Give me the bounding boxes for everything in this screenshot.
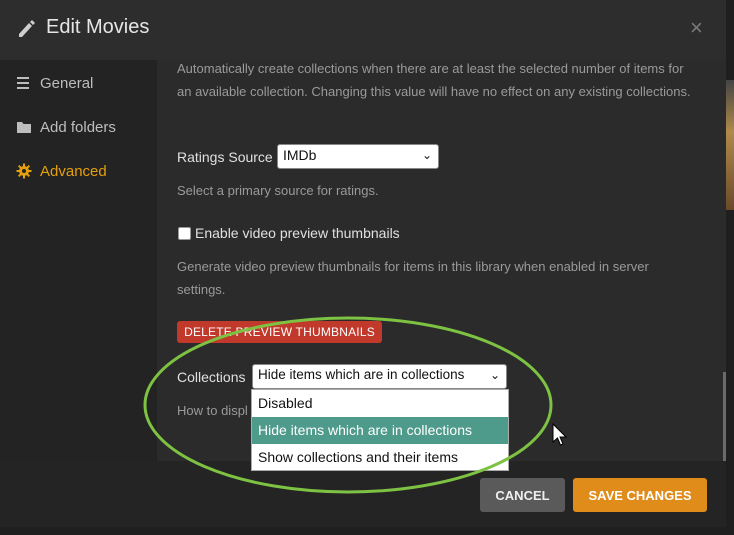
- mouse-cursor-icon: [552, 423, 568, 446]
- video-preview-label[interactable]: Enable video preview thumbnails: [195, 225, 400, 241]
- background-poster-strip: [726, 80, 734, 210]
- chevron-down-icon: ⌄: [421, 148, 432, 162]
- ratings-source-label: Ratings Source: [177, 149, 273, 165]
- pencil-icon: [19, 20, 35, 37]
- sidebar-item-add-folders[interactable]: Add folders: [16, 114, 116, 140]
- sidebar-item-general[interactable]: General: [16, 70, 93, 96]
- collections-label: Collections: [177, 369, 246, 385]
- delete-preview-thumbnails-button[interactable]: DELETE PREVIEW THUMBNAILS: [177, 321, 382, 343]
- ratings-source-select[interactable]: IMDb ⌄: [277, 144, 439, 169]
- folder-icon: [17, 122, 31, 133]
- sidebar-item-label: Advanced: [40, 162, 107, 180]
- sidebar-item-label: Add folders: [40, 118, 116, 136]
- close-icon[interactable]: ×: [690, 15, 703, 41]
- dialog-title: Edit Movies: [46, 16, 150, 38]
- collections-value: Hide items which are in collections: [258, 367, 465, 382]
- list-icon: [17, 77, 29, 89]
- dropdown-option-hide-items[interactable]: Hide items which are in collections: [252, 417, 508, 444]
- dropdown-option-disabled[interactable]: Disabled: [252, 390, 508, 417]
- video-preview-help: Generate video preview thumbnails for it…: [177, 259, 649, 297]
- ratings-source-help: Select a primary source for ratings.: [177, 183, 379, 198]
- sidebar-item-label: General: [40, 74, 94, 92]
- collections-select[interactable]: Hide items which are in collections ⌄: [252, 364, 507, 389]
- cancel-button[interactable]: CANCEL: [480, 478, 565, 512]
- ratings-source-value: IMDb: [283, 147, 317, 163]
- chevron-down-icon: ⌄: [489, 368, 500, 382]
- save-changes-button[interactable]: SAVE CHANGES: [573, 478, 707, 512]
- settings-sidebar: General Add folders Advanced: [0, 60, 157, 461]
- content-scrollbar[interactable]: [723, 372, 726, 461]
- gear-icon: [16, 163, 32, 179]
- video-preview-checkbox[interactable]: [178, 227, 191, 240]
- collections-dropdown: Disabled Hide items which are in collect…: [251, 389, 509, 471]
- auto-collections-help: Automatically create collections when th…: [177, 61, 691, 99]
- sidebar-item-advanced[interactable]: Advanced: [16, 158, 107, 184]
- dialog-header: Edit Movies ×: [0, 0, 726, 60]
- dropdown-option-show-collections[interactable]: Show collections and their items: [252, 444, 508, 471]
